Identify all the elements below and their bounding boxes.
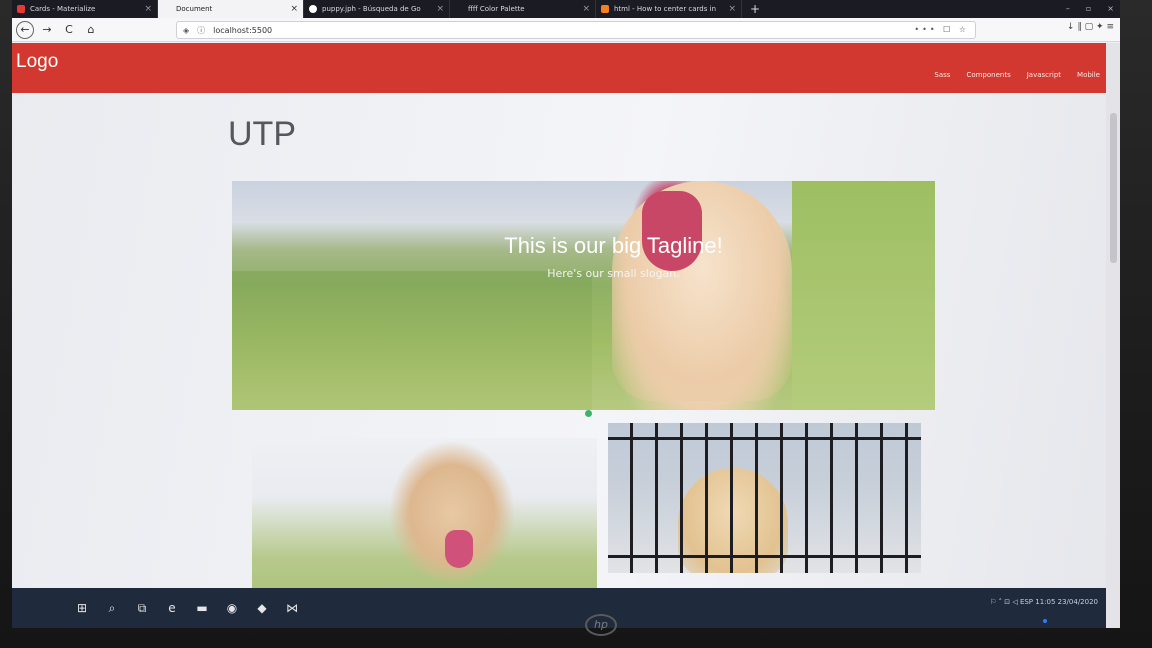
firefox-icon[interactable]: ◆ (248, 594, 276, 622)
puppy-image (612, 181, 792, 401)
tab-label: ffff Color Palette (468, 5, 525, 13)
start-button[interactable]: ⊞ (68, 594, 96, 622)
nav-link-mobile[interactable]: Mobile (1077, 71, 1100, 79)
tab-label: puppy.jph - Búsqueda de Go (322, 5, 421, 13)
tab-label: Document (176, 5, 213, 13)
windows-taskbar: ⊞ ⌕ ⧉ e ▬ ◉ ◆ ⋈ ⚐ ˄ ⊡ ◁ ESP 11:05 23/04/… (12, 588, 1106, 628)
minimize-button[interactable]: – (1066, 0, 1070, 18)
nav-link-javascript[interactable]: Javascript (1027, 71, 1061, 79)
tab-label: Cards - Materialize (30, 5, 96, 13)
tab-close-icon[interactable]: × (582, 0, 590, 18)
site-navbar: Logo Sass Components Javascript Mobile (12, 43, 1106, 93)
page-actions-icons[interactable]: ••• ☐ ☆ (914, 22, 969, 38)
screen: Cards - Materialize × Document × puppy.j… (12, 0, 1120, 628)
tab-google-search[interactable]: puppy.jph - Búsqueda de Go × (304, 0, 450, 18)
edge-icon[interactable]: e (158, 594, 186, 622)
tab-close-icon[interactable]: × (144, 0, 152, 18)
system-tray[interactable]: ⚐ ˄ ⊡ ◁ ESP 11:05 23/04/2020 (990, 598, 1098, 606)
task-view-icon[interactable]: ⧉ (128, 594, 156, 622)
materialize-favicon-icon (17, 5, 25, 13)
browser-toolbar: ← → C ⌂ ◈ ⓘ localhost:5500 ••• ☐ ☆ ↓ ∥ ▢… (12, 18, 1120, 42)
file-explorer-icon[interactable]: ▬ (188, 594, 216, 622)
window-controls: – ▫ × (1066, 0, 1114, 18)
power-led (1043, 619, 1047, 623)
toolbar-right-icons[interactable]: ↓ ∥ ▢ ✦ ≡ (1067, 22, 1114, 32)
nav-link-sass[interactable]: Sass (934, 71, 950, 79)
tab-color-palette[interactable]: ffff Color Palette × (450, 0, 596, 18)
hp-logo: hp (585, 614, 617, 636)
maximize-button[interactable]: ▫ (1086, 0, 1091, 18)
tab-stackoverflow[interactable]: html - How to center cards in × (596, 0, 742, 18)
web-page: Logo Sass Components Javascript Mobile U… (12, 43, 1106, 628)
chrome-icon[interactable]: ◉ (218, 594, 246, 622)
url-text: localhost:5500 (213, 25, 273, 35)
cage-bars (608, 423, 921, 573)
forward-button[interactable]: → (38, 21, 56, 39)
home-button[interactable]: ⌂ (82, 21, 100, 39)
carousel-title: This is our big Tagline! (504, 233, 723, 258)
close-window-button[interactable]: × (1107, 0, 1114, 18)
page-title: UTP (228, 115, 296, 153)
nav-links: Sass Components Javascript Mobile (934, 71, 1100, 79)
address-bar[interactable]: ◈ ⓘ localhost:5500 ••• ☐ ☆ (176, 21, 976, 39)
cage-bar (608, 555, 921, 558)
grass-background-right (792, 181, 935, 410)
search-icon[interactable]: ⌕ (98, 594, 126, 622)
tab-close-icon[interactable]: × (290, 0, 298, 18)
new-tab-button[interactable]: + (742, 0, 768, 18)
card-image-puppy-cage[interactable] (608, 423, 921, 573)
carousel-subtitle: Here's our small slogan. (547, 267, 680, 280)
tab-cards-materialize[interactable]: Cards - Materialize × (12, 0, 158, 18)
shield-icon: ◈ (183, 25, 190, 35)
tab-strip: Cards - Materialize × Document × puppy.j… (12, 0, 1120, 18)
tab-close-icon[interactable]: × (436, 0, 444, 18)
stackoverflow-favicon-icon (601, 5, 609, 13)
tab-label: html - How to center cards in (614, 5, 717, 13)
monitor: Cards - Materialize × Document × puppy.j… (0, 0, 1152, 648)
carousel-slide[interactable]: This is our big Tagline! Here's our smal… (232, 181, 935, 410)
vscode-icon[interactable]: ⋈ (278, 594, 306, 622)
carousel-caption: This is our big Tagline! Here's our smal… (232, 233, 935, 280)
grass-background (232, 271, 592, 410)
nav-link-components[interactable]: Components (966, 71, 1010, 79)
puppy-tongue (445, 530, 473, 568)
info-icon: ⓘ (197, 25, 206, 35)
back-button[interactable]: ← (16, 20, 34, 39)
reload-button[interactable]: C (60, 21, 78, 39)
carousel-indicator[interactable] (585, 410, 592, 417)
tab-close-icon[interactable]: × (728, 0, 736, 18)
cage-bar (608, 437, 921, 440)
tab-document[interactable]: Document × (158, 0, 304, 18)
google-favicon-icon (309, 5, 317, 13)
scrollbar-thumb[interactable] (1110, 113, 1117, 263)
page-scrollbar[interactable] (1106, 43, 1120, 628)
site-logo[interactable]: Logo (16, 51, 58, 73)
